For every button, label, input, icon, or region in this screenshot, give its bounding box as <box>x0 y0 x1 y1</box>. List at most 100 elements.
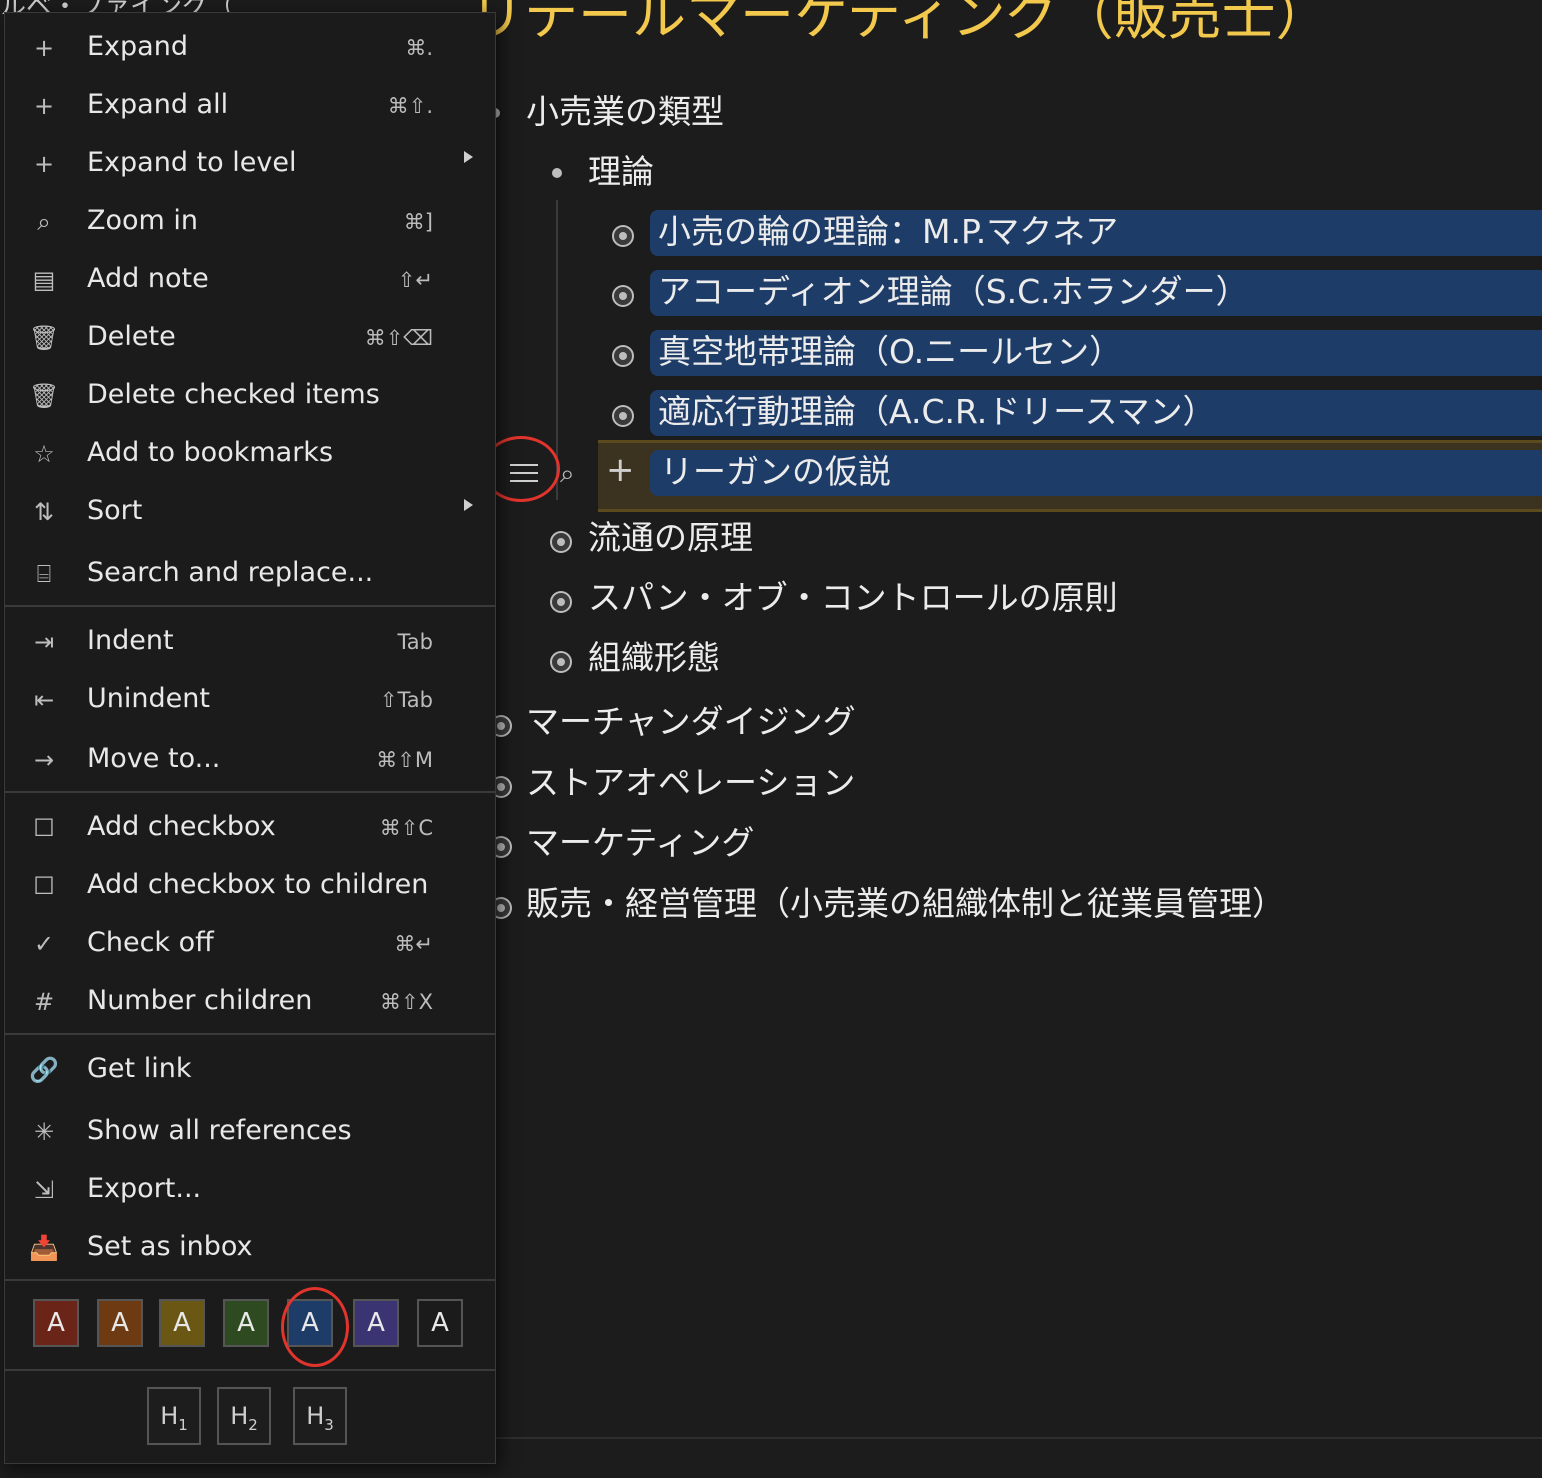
menu-item-indent[interactable]: ⇥ Indent Tab <box>5 613 495 669</box>
page-title[interactable]: リテールマーケティング（販売士） <box>470 0 1330 52</box>
menu-item-shortcut: ⌘↵ <box>394 932 433 956</box>
menu-item-check-off[interactable]: ✓ Check off ⌘↵ <box>5 915 495 971</box>
menu-item-label: Delete <box>87 321 176 352</box>
menu-item-add-to-bookmarks[interactable]: ☆ Add to bookmarks <box>5 425 495 481</box>
color-swatch-button[interactable]: A <box>417 1299 463 1347</box>
collapsed-bullet[interactable] <box>614 347 632 365</box>
menu-item-label: Indent <box>87 625 174 656</box>
note-icon: ▤ <box>32 266 56 294</box>
unindent-icon: ⇤ <box>33 686 55 714</box>
color-swatch-button[interactable]: A <box>353 1299 399 1347</box>
collapsed-bullet[interactable] <box>614 407 632 425</box>
outline-item[interactable]: 販売・経営管理（小売業の組織体制と従業員管理） <box>526 882 1285 926</box>
submenu-arrow-icon <box>464 151 473 163</box>
menu-item-label: Set as inbox <box>87 1231 253 1262</box>
outline-item-root[interactable]: 小売業の類型 <box>526 90 724 134</box>
sort-icon: ⇅ <box>33 498 55 526</box>
menu-item-label: Delete checked items <box>87 379 380 410</box>
heading-3-button[interactable]: H3 <box>293 1387 347 1445</box>
heading-1-button[interactable]: H1 <box>147 1387 201 1445</box>
menu-item-export[interactable]: ⇲ Export... <box>5 1161 495 1217</box>
menu-item-label: Number children <box>87 985 313 1016</box>
plus-icon: + <box>33 150 55 178</box>
outline-item[interactable]: 流通の原理 <box>588 516 753 560</box>
outline-item[interactable]: ストアオペレーション <box>526 761 855 805</box>
outline-item[interactable]: スパン・オブ・コントロールの原則 <box>588 576 1118 620</box>
submenu-arrow-icon <box>464 499 473 511</box>
color-swatch-button[interactable]: A <box>159 1299 205 1347</box>
heading-2-button[interactable]: H2 <box>217 1387 271 1445</box>
star-icon: ☆ <box>33 440 55 468</box>
color-swatch-button[interactable]: A <box>97 1299 143 1347</box>
menu-item-add-note[interactable]: ▤ Add note ⇧↵ <box>5 251 495 307</box>
menu-item-label: Add checkbox <box>87 811 276 842</box>
collapsed-bullet[interactable] <box>552 533 570 551</box>
menu-item-label: Add checkbox to children <box>87 869 429 900</box>
menu-item-label: Add to bookmarks <box>87 437 334 468</box>
menu-item-delete-checked-items[interactable]: 🗑 Delete checked items <box>5 367 495 423</box>
collapsed-bullet[interactable] <box>552 593 570 611</box>
menu-item-unindent[interactable]: ⇤ Unindent ⇧Tab <box>5 671 495 727</box>
search-replace-icon: ⌸ <box>36 560 52 588</box>
menu-item-label: Move to... <box>87 743 221 774</box>
menu-item-number-children[interactable]: # Number children ⌘⇧X <box>5 973 495 1029</box>
menu-item-label: Unindent <box>87 683 210 714</box>
color-swatch-button[interactable]: A <box>33 1299 79 1347</box>
zoom-in-icon[interactable]: ⌕ <box>560 452 575 496</box>
menu-item-label: Expand all <box>87 89 229 120</box>
bullet[interactable] <box>552 168 562 178</box>
references-icon: ✳ <box>33 1118 55 1146</box>
outline-item[interactable]: 真空地帯理論（O.ニールセン） <box>658 330 1122 374</box>
collapsed-bullet[interactable] <box>614 227 632 245</box>
plus-icon: + <box>33 92 55 120</box>
menu-item-shortcut: ⌘⇧C <box>379 816 433 840</box>
outline-item-theory[interactable]: 理論 <box>588 150 654 194</box>
menu-item-label: Check off <box>87 927 214 958</box>
menu-item-search-and-replace[interactable]: ⌸ Search and replace... <box>5 545 495 601</box>
menu-divider <box>5 605 495 607</box>
outline-item[interactable]: マーケティング <box>526 821 754 865</box>
outline-item[interactable]: 組織形態 <box>588 636 720 680</box>
menu-item-get-link[interactable]: 🔗 Get link <box>5 1041 495 1097</box>
menu-item-expand-all[interactable]: + Expand all ⌘⇧. <box>5 77 495 133</box>
collapsed-bullet[interactable] <box>552 653 570 671</box>
menu-item-label: Export... <box>87 1173 202 1204</box>
menu-item-label: Get link <box>87 1053 192 1084</box>
outline-item-selected[interactable]: リーガンの仮説 <box>660 450 891 494</box>
export-icon: ⇲ <box>33 1176 55 1204</box>
heading-level: 1 <box>178 1415 188 1434</box>
menu-item-shortcut: ⇧↵ <box>397 268 433 292</box>
menu-item-shortcut: ⌘⇧M <box>376 748 433 772</box>
menu-item-shortcut: ⌘] <box>403 210 433 234</box>
heading-level: 3 <box>324 1415 334 1434</box>
menu-divider <box>5 1369 495 1371</box>
menu-item-add-checkbox[interactable]: ☐ Add checkbox ⌘⇧C <box>5 799 495 855</box>
arrow-right-icon: → <box>33 746 55 774</box>
heading-label: H <box>306 1402 325 1430</box>
menu-item-label: Expand to level <box>87 147 297 178</box>
menu-item-show-all-references[interactable]: ✳ Show all references <box>5 1103 495 1159</box>
expand-toggle-icon[interactable]: + <box>606 448 635 492</box>
menu-item-label: Sort <box>87 495 143 526</box>
menu-item-sort[interactable]: ⇅ Sort <box>5 483 495 539</box>
menu-item-expand-to-level[interactable]: + Expand to level <box>5 135 495 191</box>
heading-level: 2 <box>248 1415 258 1434</box>
menu-item-expand[interactable]: + Expand ⌘. <box>5 19 495 75</box>
heading-label: H <box>160 1402 179 1430</box>
color-swatch-button[interactable]: A <box>223 1299 269 1347</box>
menu-item-zoom-in[interactable]: ⌕ Zoom in ⌘] <box>5 193 495 249</box>
outline-item[interactable]: マーチャンダイジング <box>526 700 856 744</box>
menu-divider <box>5 1279 495 1281</box>
menu-item-shortcut: ⇧Tab <box>379 688 433 712</box>
menu-item-move-to[interactable]: → Move to... ⌘⇧M <box>5 731 495 787</box>
outline-item[interactable]: 適応行動理論（A.C.R.ドリースマン） <box>658 390 1216 434</box>
collapsed-bullet[interactable] <box>614 287 632 305</box>
menu-item-label: Zoom in <box>87 205 199 236</box>
menu-item-delete[interactable]: 🗑 Delete ⌘⇧⌫ <box>5 309 495 365</box>
outline-item[interactable]: アコーディオン理論（S.C.ホランダー） <box>658 270 1249 314</box>
menu-item-shortcut: ⌘. <box>405 36 433 60</box>
trash-icon: 🗑 <box>29 382 60 410</box>
menu-item-set-as-inbox[interactable]: 📥 Set as inbox <box>5 1219 495 1275</box>
outline-item[interactable]: 小売の輪の理論：M.P.マクネア <box>658 210 1118 254</box>
menu-item-add-checkbox-to-children[interactable]: ☐ Add checkbox to children <box>5 857 495 913</box>
